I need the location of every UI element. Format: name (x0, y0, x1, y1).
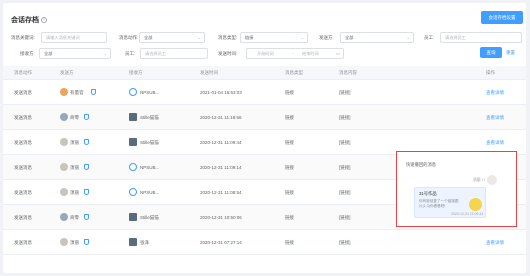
message-preview-popup: 快速撤回的消息 须丽 八 31号作品 你有新回复了一个链接图片(1,3)你看看吧… (396, 151, 517, 227)
table-row: 发送消息 有量官 NPSUB... 2021-01-04 16:53:03 链接… (3, 80, 526, 105)
col-action: 消息动作 (14, 70, 32, 75)
employee-label: 员工: (424, 35, 435, 40)
link-card-thumbnail (469, 198, 482, 211)
page-title: 会话存档? (11, 17, 47, 24)
keyword-input[interactable]: 请输入消息关键词 (41, 32, 107, 43)
link-card-desc: 你有新回复了一个链接图片(1,3)你看看吧! (419, 199, 459, 208)
reset-button[interactable]: 重置 (506, 47, 515, 58)
link-card-time: 2020-12-31 11:09:44 (451, 212, 484, 216)
avatar (129, 88, 137, 96)
chevron-down-icon: ⌄ (197, 35, 201, 40)
chevron-down-icon: ⌄ (406, 35, 410, 40)
contact-icon (84, 139, 89, 145)
avatar (129, 188, 137, 196)
employee-select[interactable]: 请选择员工 (440, 32, 522, 43)
contact-icon (84, 164, 89, 170)
contact-icon (84, 214, 89, 220)
receiver-select[interactable]: 全部 ⌄ (39, 48, 111, 59)
col-sender: 发送方 (60, 70, 74, 75)
col-type: 消息类型 (285, 70, 303, 75)
send-time-label: 发送时间: (218, 51, 238, 56)
archive-settings-button[interactable]: 会话存档设置 (481, 11, 523, 24)
table-header: 消息动作 发送方 接收方 发送时间 消息类型 消息内容 操作 (3, 66, 526, 80)
avatar (129, 113, 137, 121)
page-container: 会话存档? 会话存档设置 消息关键词: 请输入消息关键词 消息动作: 全部 ⌄ 消… (3, 3, 526, 273)
avatar (60, 238, 68, 246)
send-time-range[interactable]: 开始时间 - 结束时间 ▭ (246, 48, 344, 59)
calendar-icon: ▭ (335, 51, 340, 56)
col-receiver: 接收方 (129, 70, 143, 75)
chevron-down-icon: ⌄ (300, 35, 304, 40)
receiver-label: 接收方: (20, 51, 35, 56)
link-card-title: 31号作品 (419, 191, 437, 196)
view-detail-link[interactable]: 查看详情 (486, 80, 504, 105)
table-row: 发送消息 须丽 张泽 2020-12-31 07:27:14 链接 [链接] 查… (3, 230, 526, 255)
msg-type-label: 消息类型: (218, 35, 238, 40)
avatar (60, 138, 68, 146)
avatar (487, 175, 497, 185)
sender-label: 发送方: (319, 35, 334, 40)
contact-icon (84, 114, 89, 120)
avatar (60, 213, 68, 221)
help-icon[interactable]: ? (41, 17, 47, 24)
contact-icon (91, 89, 96, 95)
avatar (60, 88, 68, 96)
contact-icon (84, 189, 89, 195)
avatar (129, 213, 137, 221)
link-card[interactable]: 31号作品 你有新回复了一个链接图片(1,3)你看看吧! 2020-12-31 … (414, 187, 486, 218)
view-detail-link[interactable]: 查看详情 (486, 230, 504, 255)
avatar (129, 163, 137, 171)
col-content: 消息内容 (339, 70, 357, 75)
popup-sender: 须丽 八 (473, 178, 486, 182)
msg-type-select[interactable]: 链接 ⌄ (240, 32, 308, 43)
avatar (60, 163, 68, 171)
popup-title: 快速撤回的消息 (406, 162, 437, 167)
table-row: 发送消息 商零 Stille猫猫 2020-12-31 11:18:56 链接 … (3, 105, 526, 130)
employee2-label: 员工: (125, 51, 136, 56)
sender-select[interactable]: 全部 ⌄ (340, 32, 414, 43)
keyword-label: 消息关键词: (11, 35, 35, 40)
avatar (129, 138, 137, 146)
msg-action-label: 消息动作: (119, 35, 139, 40)
col-time: 发送时间 (200, 70, 218, 75)
contact-icon (84, 239, 89, 245)
avatar (60, 188, 68, 196)
avatar (129, 238, 137, 246)
popup-body: 快速撤回的消息 须丽 八 31号作品 你有新回复了一个链接图片(1,3)你看看吧… (401, 155, 513, 223)
employee2-select[interactable]: 请选择员工 (140, 48, 208, 59)
query-button[interactable]: 查询 (480, 47, 502, 58)
col-operation: 操作 (486, 70, 495, 75)
msg-action-select[interactable]: 全部 ⌄ (139, 32, 205, 43)
chevron-down-icon: ⌄ (103, 51, 107, 56)
view-detail-link[interactable]: 查看详情 (486, 105, 504, 130)
avatar (60, 113, 68, 121)
